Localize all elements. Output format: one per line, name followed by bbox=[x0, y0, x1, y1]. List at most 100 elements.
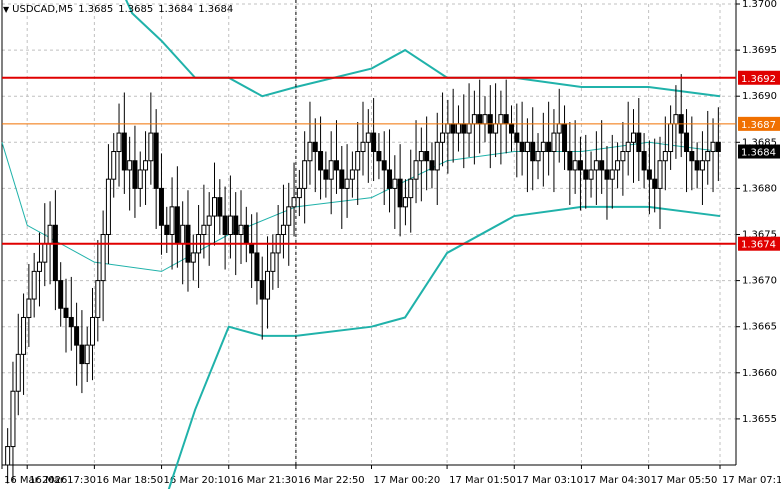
candle-body bbox=[302, 160, 308, 189]
candle-body bbox=[10, 390, 16, 448]
candle-body bbox=[397, 178, 403, 208]
candle-body bbox=[530, 141, 536, 162]
candle-body bbox=[233, 215, 239, 235]
candle-body bbox=[307, 141, 313, 162]
candle-body bbox=[673, 114, 679, 125]
candle-body bbox=[360, 141, 366, 153]
candle-body bbox=[562, 123, 568, 153]
candle-body bbox=[694, 160, 700, 171]
candle-body bbox=[318, 151, 324, 171]
candle-body bbox=[58, 280, 64, 309]
candle-body bbox=[328, 160, 334, 180]
candle-body bbox=[498, 114, 504, 125]
candle-body bbox=[270, 252, 276, 272]
candle-body bbox=[577, 160, 583, 171]
price-tick-label: 1.3700 bbox=[742, 0, 777, 10]
level-price-label: 1.3692 bbox=[741, 74, 776, 85]
candle-body bbox=[455, 123, 461, 134]
candle-body bbox=[572, 160, 578, 171]
candle-body bbox=[408, 178, 414, 199]
candle-body bbox=[551, 132, 557, 153]
candle-body bbox=[254, 252, 260, 282]
candle-body bbox=[371, 132, 377, 153]
ohlc-high: 1.3685 bbox=[118, 3, 154, 15]
level-price-label: 1.3674 bbox=[741, 240, 776, 251]
candle-body bbox=[339, 169, 345, 189]
time-tick-label: 17 Mar 04:30 bbox=[583, 475, 650, 486]
candle-body bbox=[641, 151, 647, 171]
candle-body bbox=[493, 123, 499, 134]
candle-body bbox=[657, 160, 663, 189]
candle-body bbox=[227, 215, 233, 235]
candle-body bbox=[116, 132, 122, 153]
candle-body bbox=[333, 160, 339, 171]
candle-body bbox=[461, 123, 467, 134]
triangle-down-icon[interactable]: ▼ bbox=[3, 5, 9, 14]
candle-body bbox=[158, 187, 164, 226]
candle-body bbox=[599, 160, 605, 171]
candle-body bbox=[482, 114, 488, 125]
candle-body bbox=[615, 160, 621, 171]
candle-body bbox=[376, 151, 382, 162]
candle-body bbox=[588, 169, 594, 180]
candle-body bbox=[132, 160, 138, 189]
candle-body bbox=[243, 224, 249, 245]
candle-body bbox=[201, 224, 207, 235]
time-tick-label: 17 Mar 01:50 bbox=[449, 475, 516, 486]
candle-body bbox=[668, 123, 674, 153]
time-tick-label: 16 Mar 22:50 bbox=[298, 475, 365, 486]
candle-body bbox=[249, 243, 255, 254]
candle-body bbox=[519, 141, 525, 153]
price-chart[interactable]: 1.37001.36951.36901.36851.36801.36751.36… bbox=[0, 0, 781, 489]
candle-body bbox=[355, 151, 361, 171]
candle-body bbox=[105, 178, 111, 235]
candle-body bbox=[625, 141, 631, 153]
candle-body bbox=[26, 298, 32, 318]
candle-body bbox=[238, 224, 244, 235]
candle-body bbox=[509, 123, 515, 134]
candle-body bbox=[174, 206, 180, 245]
candle-body bbox=[265, 270, 271, 300]
candle-body bbox=[583, 169, 589, 180]
candle-body bbox=[190, 252, 196, 263]
candle-body bbox=[652, 178, 658, 189]
candle-body bbox=[63, 307, 69, 318]
chart-window[interactable]: 1.3700 1.3695 1.3690 1.3685 1.3680 1.3675 1.36… bbox=[0, 0, 781, 489]
candle-body bbox=[5, 446, 11, 466]
candle-body bbox=[137, 169, 143, 189]
candle-body bbox=[556, 123, 562, 134]
candle-body bbox=[646, 169, 652, 180]
candle-body bbox=[715, 141, 721, 153]
candle-body bbox=[206, 215, 212, 226]
candle-body bbox=[100, 234, 106, 282]
candle-body bbox=[121, 132, 127, 171]
candle-body bbox=[699, 160, 705, 171]
candle-body bbox=[169, 206, 175, 235]
candle-body bbox=[312, 141, 318, 153]
candle-body bbox=[503, 114, 509, 125]
chart-header: ▼ USDCAD,M5 1.3685 1.3685 1.3684 1.3684 bbox=[0, 0, 233, 18]
candle-body bbox=[15, 353, 21, 392]
candle-body bbox=[79, 344, 85, 365]
candle-body bbox=[42, 243, 48, 263]
candle-body bbox=[296, 187, 302, 199]
candle-body bbox=[593, 160, 599, 171]
candle-body bbox=[164, 224, 170, 235]
candle-body bbox=[684, 132, 690, 153]
candle-body bbox=[689, 151, 695, 162]
candle-body bbox=[524, 141, 530, 153]
ohlc-low: 1.3684 bbox=[158, 3, 194, 15]
candle-body bbox=[68, 316, 74, 328]
price-tick-label: 1.3665 bbox=[742, 322, 777, 333]
candle-body bbox=[514, 132, 520, 143]
candle-body bbox=[471, 114, 477, 125]
candle-body bbox=[365, 132, 371, 143]
candle-body bbox=[402, 197, 408, 208]
price-tick-label: 1.3695 bbox=[742, 45, 777, 56]
candle-body bbox=[323, 169, 329, 180]
price-tick-label: 1.3670 bbox=[742, 276, 777, 287]
candle-body bbox=[445, 123, 451, 134]
candle-body bbox=[630, 132, 636, 143]
time-tick-label: 16 Mar 21:30 bbox=[231, 475, 298, 486]
time-tick-label: 16 Mar 18:50 bbox=[96, 475, 163, 486]
